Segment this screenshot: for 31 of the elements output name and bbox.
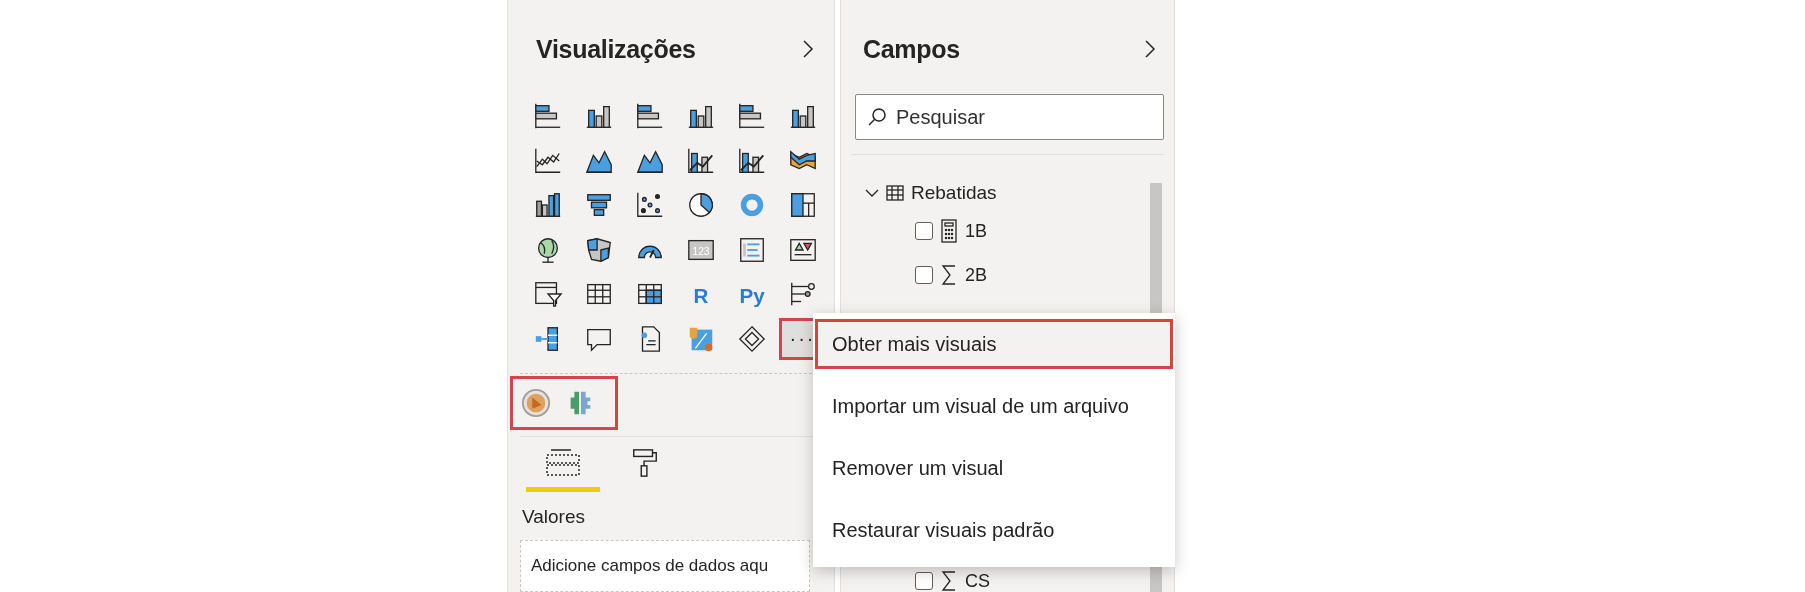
chevron-icon[interactable] xyxy=(802,39,814,59)
checkbox[interactable] xyxy=(915,222,933,240)
checkbox[interactable] xyxy=(915,266,933,284)
sigma-icon xyxy=(941,263,957,287)
menu-item[interactable]: Remover um visual xyxy=(815,443,1173,493)
drop-field[interactable]: Adicione campos de dados aqu xyxy=(520,540,810,592)
checkbox[interactable] xyxy=(915,572,933,590)
well-label: Valores xyxy=(522,506,586,528)
calculator-icon xyxy=(941,219,957,243)
paint-roller-icon xyxy=(630,447,660,479)
field-name[interactable]: 2B xyxy=(965,264,988,286)
menu-item[interactable]: Importar um visual de um arquivo xyxy=(815,381,1173,431)
panel-title: Visualizações xyxy=(536,34,696,64)
sigma-icon xyxy=(941,569,957,592)
script-icon[interactable]: R xyxy=(685,279,716,310)
script-icon[interactable]: Py xyxy=(736,279,767,310)
search-icon xyxy=(867,107,887,127)
fields-icon xyxy=(543,447,583,479)
chevron-icon[interactable] xyxy=(1144,39,1156,59)
search-field[interactable]: Pesquisar xyxy=(855,94,1164,140)
menu-item[interactable]: Obter mais visuais xyxy=(815,319,1173,369)
field-name[interactable]: CS xyxy=(965,570,990,592)
custom-visual-icon[interactable] xyxy=(521,388,551,418)
filter-icon[interactable] xyxy=(532,279,563,310)
diamond-icon[interactable] xyxy=(736,323,767,354)
table-name[interactable]: Rebatidas xyxy=(911,182,997,204)
field-name[interactable]: 1B xyxy=(965,220,988,242)
table-icon xyxy=(885,183,905,203)
menu-item[interactable]: Restaurar visuais padrão xyxy=(815,505,1173,555)
panel-title: Campos xyxy=(863,34,960,64)
fields-tab[interactable] xyxy=(526,447,600,492)
